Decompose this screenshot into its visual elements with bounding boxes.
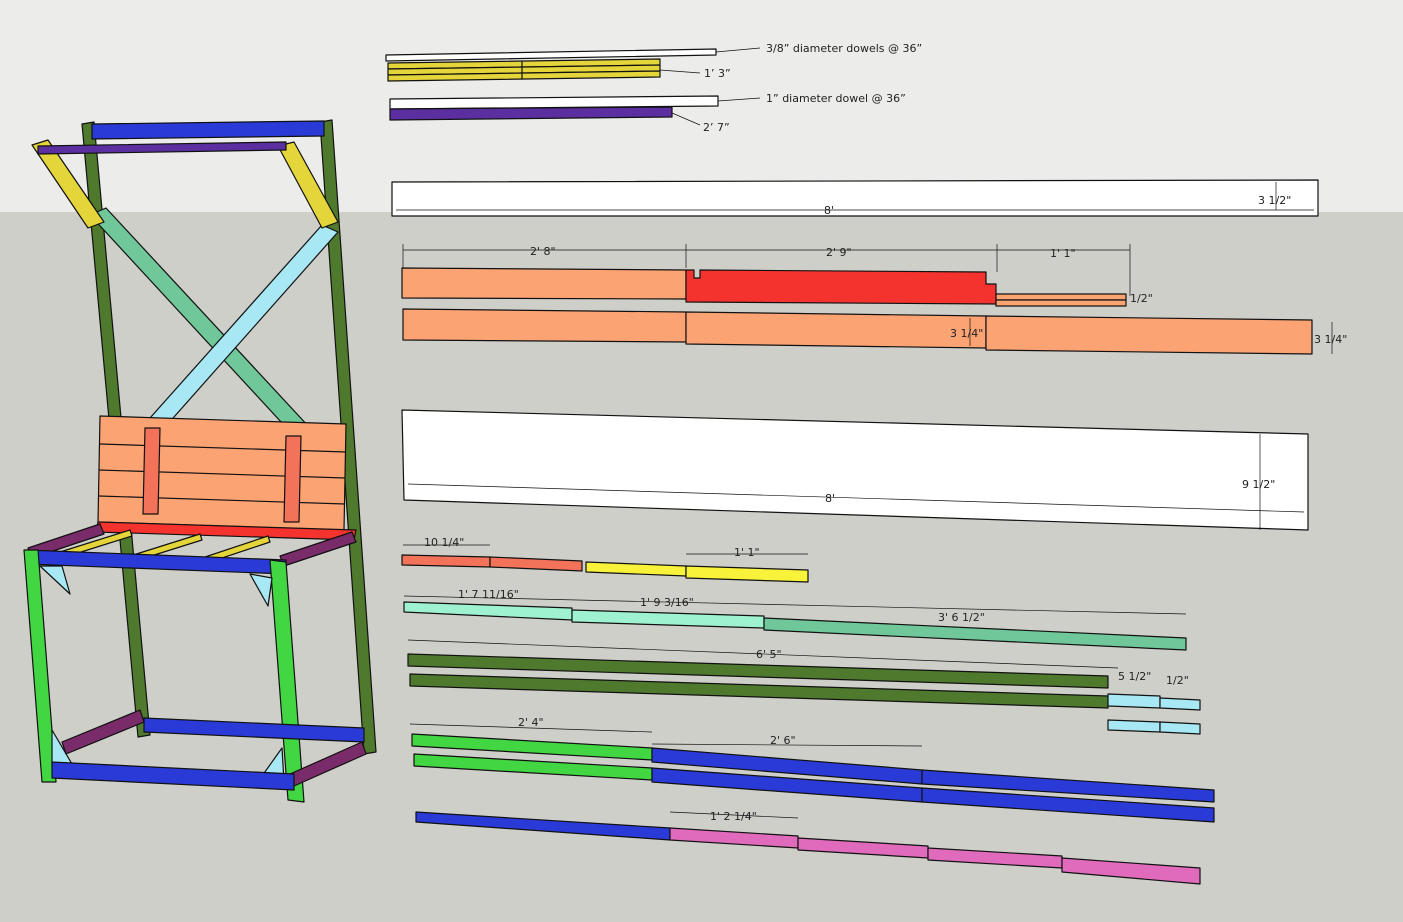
slat-orange-3: [685, 311, 987, 349]
slat-orange-4: [985, 315, 1313, 355]
board-1x10-length: 8': [825, 492, 835, 505]
slat-width-end: 3 1/4": [1314, 333, 1347, 346]
bottom-rail-cut-label: 1' 2 1/4": [710, 810, 757, 823]
leg-block-b-label: 1/2": [1166, 674, 1189, 687]
slat-thin-strip-2: [995, 299, 1127, 307]
leg-block-a-label: 5 1/2": [1118, 670, 1151, 683]
short-cut-second-label: 1' 1": [734, 546, 760, 559]
board-1x4: [391, 179, 1319, 217]
slat-thin-strip: [995, 293, 1127, 301]
diagonal-third-label: 3' 6 1/2": [938, 611, 985, 624]
slat-seg1-label: 2' 8": [530, 245, 556, 258]
slat-orange-2: [402, 308, 687, 343]
leg-block-3: [1107, 719, 1161, 733]
board-1x4-width: 3 1/2": [1258, 194, 1291, 207]
frame-side-label: 2' 6": [770, 734, 796, 747]
short-cut-first-label: 10 1/4": [424, 536, 464, 549]
board-1x10-width: 9 1/2": [1242, 478, 1275, 491]
board-1x4-length: 8': [824, 204, 834, 217]
backrest-cleat-left: [142, 427, 161, 515]
diagonal-second-label: 1' 9 3/16": [640, 596, 694, 609]
diagonal-first-label: 1' 7 11/16": [458, 588, 519, 601]
leg-block-4: [1159, 721, 1201, 735]
backrest-cleat-right: [283, 435, 302, 523]
large-dowel-note: 1” diameter dowel @ 36”: [766, 92, 906, 105]
slat-thin-width: 1/2": [1130, 292, 1153, 305]
slat-seg3-label: 1' 1": [1050, 247, 1076, 260]
slat-orange-1: [401, 267, 687, 300]
slat-seg2-label: 2' 9": [826, 246, 852, 259]
small-dowel-note: 3/8” diameter dowels @ 36”: [766, 42, 922, 55]
top-rail: [91, 120, 325, 140]
large-dowel-cut: [389, 106, 673, 121]
woodworking-cut-diagram: 3/8” diameter dowels @ 36” 1’ 3” 1” diam…: [0, 0, 1403, 922]
frame-front-label: 2' 4": [518, 716, 544, 729]
backrest-panel: [97, 415, 347, 531]
leg-length-label: 6' 5": [756, 648, 782, 661]
large-dowel-cut-label: 2’ 7”: [703, 121, 730, 134]
slat-red: [685, 269, 997, 305]
leg-block-2: [1159, 697, 1201, 711]
short-cut-salmon-1: [401, 554, 491, 568]
leg-block-1: [1107, 693, 1161, 709]
small-dowel-cut-label: 1’ 3”: [704, 67, 731, 80]
slat-width-mid: 3 1/4": [950, 327, 983, 340]
